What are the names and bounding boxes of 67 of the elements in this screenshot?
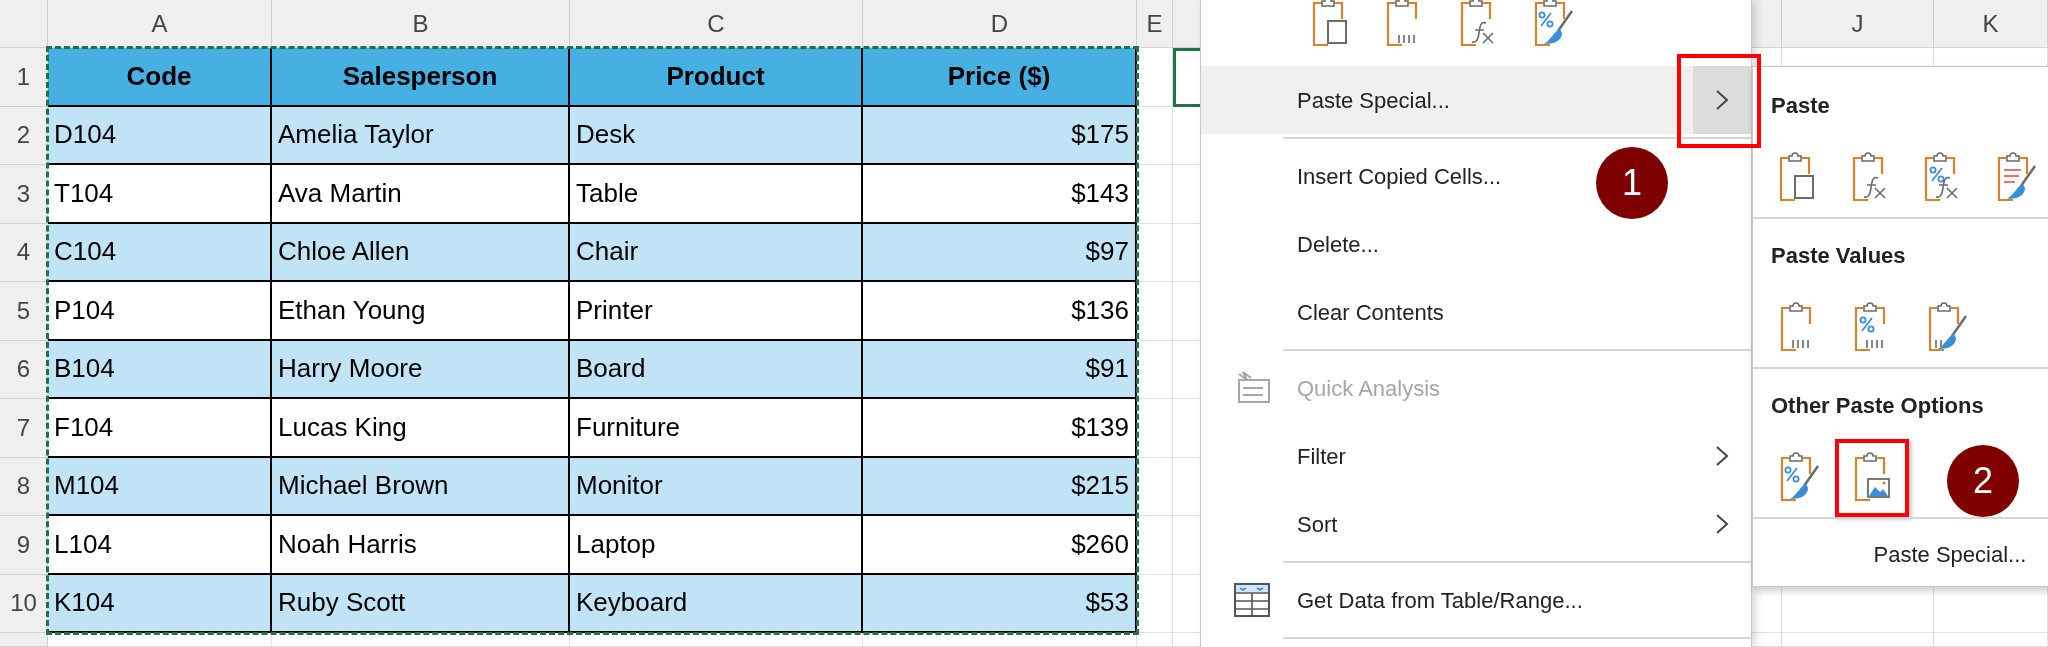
row-header[interactable]: 10 — [0, 574, 48, 633]
menu-item[interactable]: Filter — [1201, 422, 1751, 490]
table-cell: Furniture — [570, 399, 863, 458]
table-cell: Harry Moore — [272, 340, 570, 399]
table-cell: M104 — [48, 457, 272, 516]
table-cell: Table — [570, 165, 863, 224]
table-cell: $53 — [863, 574, 1137, 633]
table-cell: Chair — [570, 223, 863, 282]
table-cell: $260 — [863, 516, 1137, 575]
row-header[interactable]: 5 — [0, 282, 48, 341]
header-cell: Code — [48, 48, 272, 107]
table-cell: Desk — [570, 106, 863, 165]
row-header[interactable]: 8 — [0, 457, 48, 516]
table-cell: T104 — [48, 165, 272, 224]
row-header[interactable]: 1 — [0, 48, 48, 107]
table-cell: Keyboard — [570, 574, 863, 633]
row-header[interactable]: 6 — [0, 340, 48, 399]
column-header[interactable]: K — [1934, 0, 2048, 48]
table-cell: L104 — [48, 516, 272, 575]
menu-item[interactable]: Paste Special... — [1873, 536, 2027, 572]
table-cell: K104 — [48, 574, 272, 633]
column-header[interactable]: J — [1782, 0, 1934, 48]
header-cell: Price ($) — [863, 48, 1137, 107]
row-header[interactable]: 9 — [0, 516, 48, 575]
table-cell: Chloe Allen — [272, 223, 570, 282]
table-cell: Michael Brown — [272, 457, 570, 516]
menu-item[interactable]: Sort — [1201, 490, 1751, 558]
column-header[interactable]: D — [863, 0, 1137, 48]
table-cell: C104 — [48, 223, 272, 282]
table-cell: D104 — [48, 106, 272, 165]
table-cell: Noah Harris — [272, 516, 570, 575]
table-cell: Amelia Taylor — [272, 106, 570, 165]
table-cell: Ava Martin — [272, 165, 570, 224]
table-cell: Ruby Scott — [272, 574, 570, 633]
row-header[interactable]: 3 — [0, 165, 48, 224]
table-cell: Lucas King — [272, 399, 570, 458]
row-header[interactable]: 2 — [0, 106, 48, 165]
column-header[interactable]: A — [48, 0, 272, 48]
table-cell: Laptop — [570, 516, 863, 575]
menu-item[interactable]: Delete... — [1201, 210, 1751, 278]
table-cell: Board — [570, 340, 863, 399]
table-cell: Ethan Young — [272, 282, 570, 341]
menu-item[interactable]: Clear Contents — [1201, 278, 1751, 346]
table-cell: $139 — [863, 399, 1137, 458]
section-heading: Paste Values — [1770, 241, 1907, 270]
table-cell: $215 — [863, 457, 1137, 516]
table-cell: Printer — [570, 282, 863, 341]
row-header[interactable]: 4 — [0, 223, 48, 282]
section-heading: Other Paste Options — [1770, 391, 1985, 420]
table-cell: $136 — [863, 282, 1137, 341]
menu-item[interactable]: Paste Special... — [1201, 66, 1751, 134]
table-cell: B104 — [48, 340, 272, 399]
menu-item[interactable]: Get Data from Table/Range... — [1201, 566, 1751, 634]
section-heading: Paste — [1770, 91, 1831, 120]
column-header[interactable]: E — [1137, 0, 1173, 48]
table-cell: $143 — [863, 165, 1137, 224]
header-cell: Salesperson — [272, 48, 570, 107]
header-cell: Product — [570, 48, 863, 107]
table-cell: F104 — [48, 399, 272, 458]
table-cell: Monitor — [570, 457, 863, 516]
table-cell: $91 — [863, 340, 1137, 399]
column-header[interactable]: B — [272, 0, 570, 48]
table-cell: $97 — [863, 223, 1137, 282]
table-cell: $175 — [863, 106, 1137, 165]
table-cell: P104 — [48, 282, 272, 341]
column-header[interactable]: C — [570, 0, 863, 48]
row-header[interactable]: 7 — [0, 399, 48, 458]
